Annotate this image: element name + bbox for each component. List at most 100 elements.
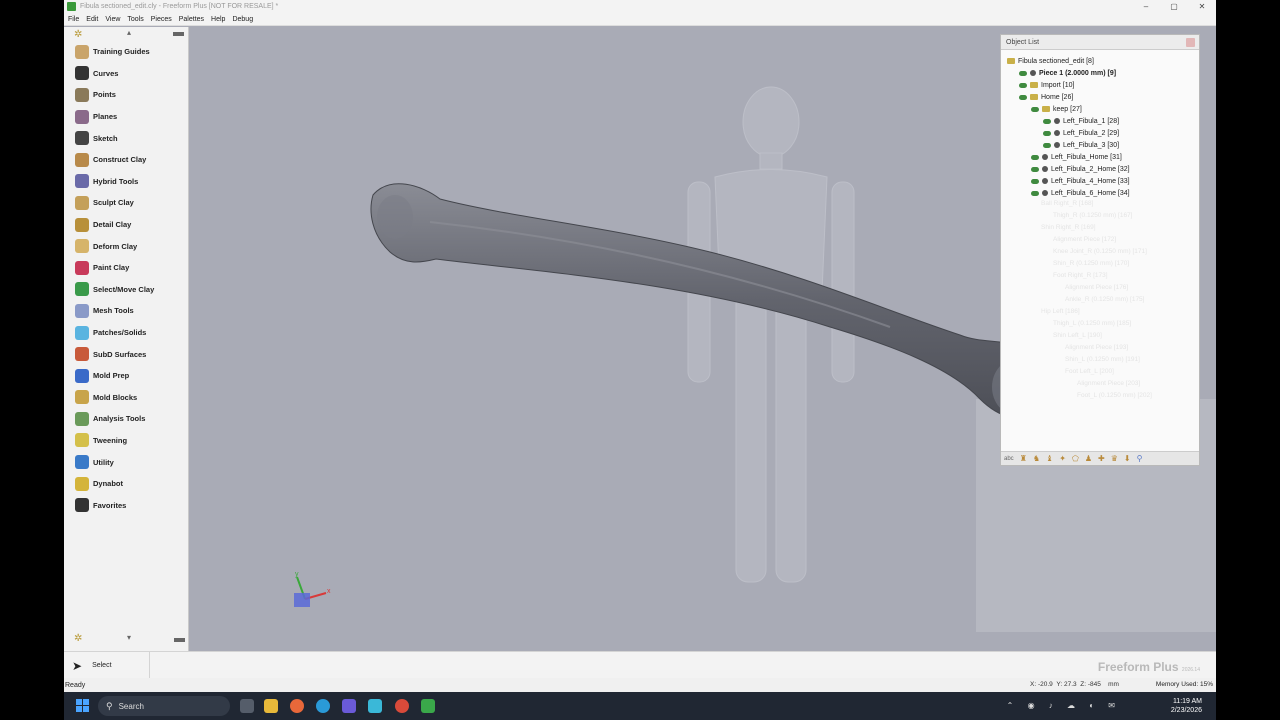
palette-item-utility[interactable]: Utility	[64, 451, 188, 473]
palette-collapse-icon[interactable]	[173, 32, 184, 36]
tree-row[interactable]: Left_Fibula_2_Home [32]	[1031, 163, 1130, 175]
object-list-close-icon[interactable]	[1186, 38, 1195, 47]
palette-item-label: Favorites	[93, 500, 127, 510]
menu-pieces[interactable]: Pieces	[151, 16, 172, 23]
palette-item-patches-solids[interactable]: Patches/Solids	[64, 322, 188, 344]
edge-icon[interactable]	[316, 699, 330, 713]
freeform-taskbar-icon[interactable]	[421, 699, 435, 713]
select-tool[interactable]: ➤ Select	[64, 652, 150, 679]
tool-options-strip: ➤ Select Freeform Plus 2026.14	[64, 651, 1216, 679]
palette-item-analysis-tools[interactable]: Analysis Tools	[64, 408, 188, 430]
lock-tool-icon[interactable]: ♛	[1111, 454, 1118, 463]
visibility-eye-icon[interactable]	[1031, 154, 1039, 160]
palette-item-mold-prep[interactable]: Mold Prep	[64, 365, 188, 387]
visibility-eye-icon[interactable]	[1031, 106, 1039, 112]
palette-scroll-down-icon[interactable]: ▾	[127, 633, 131, 642]
notepad-icon[interactable]	[368, 699, 382, 713]
visibility-eye-icon[interactable]	[1031, 190, 1039, 196]
group-tool-icon[interactable]: ♝	[1046, 454, 1053, 463]
menu-edit[interactable]: Edit	[86, 16, 98, 23]
palette-item-hybrid-tools[interactable]: Hybrid Tools	[64, 171, 188, 193]
clay-tool-icon[interactable]: ♟	[1085, 454, 1092, 463]
visibility-eye-icon[interactable]	[1031, 166, 1039, 172]
palette-item-planes[interactable]: Planes	[64, 106, 188, 128]
tree-row[interactable]: Left_Fibula_6_Home [34]	[1031, 187, 1130, 199]
palette-item-paint-clay[interactable]: Paint Clay	[64, 257, 188, 279]
palette-item-mesh-tools[interactable]: Mesh Tools	[64, 300, 188, 322]
analysis-tools-icon	[75, 411, 89, 426]
visibility-eye-icon[interactable]	[1019, 70, 1027, 76]
construct-clay-icon	[75, 152, 89, 167]
search-tool-icon[interactable]: ⚲	[1137, 454, 1143, 463]
visibility-eye-icon[interactable]	[1043, 118, 1051, 124]
visibility-eye-icon[interactable]	[1019, 94, 1027, 100]
right-letterbox	[1216, 0, 1280, 720]
tree-row[interactable]: Left_Fibula_4_Home [33]	[1031, 175, 1130, 187]
palette-item-detail-clay[interactable]: Detail Clay	[64, 214, 188, 236]
task-view-icon[interactable]	[240, 699, 254, 713]
wire-tool-icon[interactable]: ♞	[1033, 454, 1040, 463]
palette-item-tweening[interactable]: Tweening	[64, 430, 188, 452]
tree-row[interactable]: Piece 1 (2.0000 mm) [9]	[1019, 67, 1116, 79]
piece-tool-icon[interactable]: ♜	[1020, 454, 1027, 463]
file-explorer-icon[interactable]	[264, 699, 278, 713]
palette-footer-collapse-icon[interactable]	[174, 638, 185, 642]
palette-item-subd-surfaces[interactable]: SubD Surfaces	[64, 343, 188, 365]
firefox-icon[interactable]	[290, 699, 304, 713]
palette-item-label: Utility	[93, 457, 114, 467]
menu-help[interactable]: Help	[211, 16, 225, 23]
taskbar-search[interactable]: ⚲ Search	[98, 696, 230, 716]
palette-footer-gear-icon[interactable]: ✲	[74, 633, 82, 644]
palette-gear-icon[interactable]: ✲	[74, 29, 82, 40]
tree-row[interactable]: Left_Fibula_Home [31]	[1031, 151, 1122, 163]
tree-row[interactable]: Left_Fibula_1 [28]	[1043, 115, 1119, 127]
maximize-button[interactable]: ▢	[1160, 0, 1188, 13]
visibility-eye-icon[interactable]	[1019, 82, 1027, 88]
palette-item-training-guides[interactable]: Training Guides	[64, 41, 188, 63]
menu-view[interactable]: View	[105, 16, 120, 23]
visibility-eye-icon[interactable]	[1043, 142, 1051, 148]
palette-item-select-move-clay[interactable]: Select/Move Clay	[64, 279, 188, 301]
menu-debug[interactable]: Debug	[232, 16, 253, 23]
visibility-eye-icon[interactable]	[1043, 130, 1051, 136]
status-ready: Ready	[65, 681, 86, 689]
menu-palettes[interactable]: Palettes	[179, 16, 204, 23]
palette-item-mold-blocks[interactable]: Mold Blocks	[64, 387, 188, 409]
curve-tool-icon[interactable]: ✦	[1059, 454, 1066, 463]
palette-item-curves[interactable]: Curves	[64, 63, 188, 85]
tree-row-label: keep [27]	[1053, 105, 1082, 113]
visibility-eye-icon[interactable]	[1031, 178, 1039, 184]
plane-tool-icon[interactable]: ⬠	[1072, 454, 1079, 463]
tree-row[interactable]: Left_Fibula_2 [29]	[1043, 127, 1119, 139]
point-tool-icon[interactable]: ✚	[1098, 454, 1105, 463]
window-title: Fibula sectioned_edit.cly - Freeform Plu…	[80, 3, 279, 10]
taskbar-clock[interactable]: 11:19 AM 2/23/2026	[1171, 697, 1202, 715]
palette-item-points[interactable]: Points	[64, 84, 188, 106]
palette-item-dynabot[interactable]: Dynabot	[64, 473, 188, 495]
tree-row[interactable]: Home [26]	[1019, 91, 1073, 103]
palette-scroll-up-icon[interactable]: ▴	[127, 28, 131, 37]
abc-icon[interactable]: abc	[1004, 456, 1014, 462]
teams-icon[interactable]	[342, 699, 356, 713]
chrome-icon[interactable]	[395, 699, 409, 713]
palette-item-construct-clay[interactable]: Construct Clay	[64, 149, 188, 171]
close-button[interactable]: ✕	[1188, 0, 1216, 13]
tree-row[interactable]: Import [10]	[1019, 79, 1074, 91]
start-button[interactable]	[76, 699, 90, 713]
tree-row[interactable]: keep [27]	[1031, 103, 1082, 115]
menu-file[interactable]: File	[68, 16, 79, 23]
tree-row[interactable]: Left_Fibula_3 [30]	[1043, 139, 1119, 151]
palette-item-label: Tweening	[93, 435, 128, 445]
move-tool-icon[interactable]: ⬇	[1124, 454, 1131, 463]
mold-blocks-icon	[75, 390, 89, 405]
menu-tools[interactable]: Tools	[127, 16, 143, 23]
palette-item-deform-clay[interactable]: Deform Clay	[64, 235, 188, 257]
tree-row[interactable]: Fibula sectioned_edit [8]	[1007, 55, 1094, 67]
palette-item-sculpt-clay[interactable]: Sculpt Clay	[64, 192, 188, 214]
system-tray-icons[interactable]: ⌃ ◉ ♪ ☁ ◐ ✉	[1007, 701, 1121, 710]
favorites-icon	[75, 498, 89, 513]
palette-item-sketch[interactable]: Sketch	[64, 127, 188, 149]
cursor-coordinates: X: -20.9 Y: 27.3 Z: -845 mm	[1030, 681, 1119, 688]
minimize-button[interactable]: –	[1132, 0, 1160, 13]
palette-item-favorites[interactable]: Favorites	[64, 494, 188, 516]
